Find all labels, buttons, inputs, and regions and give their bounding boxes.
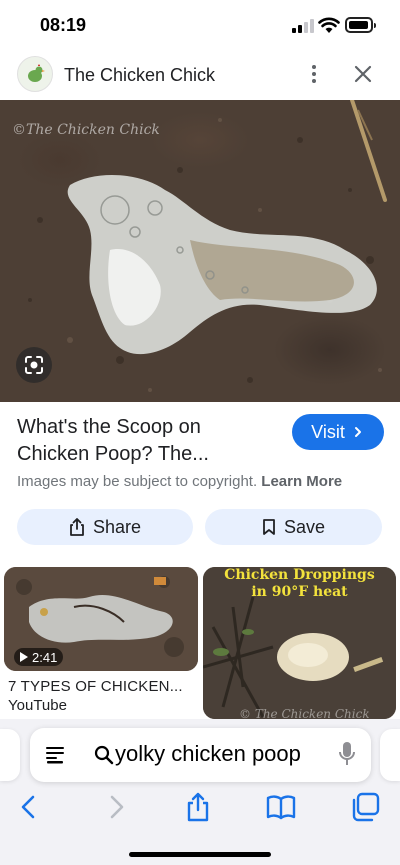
- tabs-icon[interactable]: [350, 792, 380, 822]
- share-icon[interactable]: [183, 792, 213, 822]
- duration-text: 2:41: [32, 649, 58, 665]
- next-tab-peek[interactable]: [380, 729, 400, 781]
- status-bar: 08:19: [0, 0, 400, 52]
- wifi-icon: [318, 17, 340, 33]
- site-header: The Chicken Chick: [0, 52, 400, 100]
- hero-image[interactable]: ©The Chicken Chick: [0, 100, 400, 402]
- related-caption: Chicken Droppings in 90°F heat: [203, 567, 396, 601]
- caption-line-2: in 90°F heat: [251, 584, 348, 600]
- share-label: Share: [92, 516, 142, 537]
- copyright-text: Images may be subject to copyright.: [17, 473, 258, 490]
- bookmarks-icon[interactable]: [266, 792, 296, 822]
- learn-more-link[interactable]: Learn More: [261, 473, 342, 490]
- related-thumbnail-image[interactable]: Chicken Droppings in 90°F heat © The Chi…: [203, 567, 396, 719]
- more-vert-icon[interactable]: [304, 62, 324, 86]
- visit-button[interactable]: Visit: [292, 414, 384, 450]
- home-indicator: [129, 852, 271, 857]
- status-time: 08:19: [40, 15, 87, 35]
- search-icon: [94, 745, 114, 765]
- battery-icon: [345, 17, 376, 33]
- related-watermark: © The Chicken Chick: [239, 707, 370, 719]
- reader-icon[interactable]: [44, 744, 66, 766]
- play-icon: [20, 652, 28, 662]
- previous-tab-peek[interactable]: [0, 729, 20, 781]
- caption-line-1: Chicken Droppings: [224, 567, 375, 583]
- bookmark-icon: [263, 519, 275, 535]
- lens-icon[interactable]: [16, 347, 52, 383]
- visit-label: Visit: [311, 421, 345, 442]
- share-button[interactable]: Share: [17, 509, 193, 545]
- close-icon[interactable]: [351, 62, 375, 86]
- address-bar[interactable]: yolky chicken poop: [30, 728, 371, 782]
- back-icon[interactable]: [14, 792, 44, 822]
- related-thumbnail-video[interactable]: 2:41: [4, 567, 198, 671]
- chevron-right-icon: [354, 427, 361, 437]
- result-title[interactable]: What's the Scoop on Chicken Poop? The...: [17, 414, 272, 468]
- hero-watermark: ©The Chicken Chick: [12, 122, 160, 138]
- mic-icon[interactable]: [338, 741, 356, 767]
- related-source: YouTube: [8, 697, 67, 714]
- duration-badge: 2:41: [14, 648, 64, 666]
- cellular-signal-icon: [292, 19, 314, 33]
- address-text[interactable]: yolky chicken poop: [115, 741, 301, 767]
- save-button[interactable]: Save: [205, 509, 382, 545]
- related-title[interactable]: 7 TYPES OF CHICKEN...: [8, 678, 183, 695]
- chicken-logo-icon[interactable]: [17, 56, 53, 92]
- forward-icon[interactable]: [101, 792, 131, 822]
- share-icon: [70, 518, 84, 536]
- browser-bar: yolky chicken poop: [0, 719, 400, 865]
- site-name[interactable]: The Chicken Chick: [64, 65, 215, 86]
- copyright-notice: Images may be subject to copyright. Lear…: [17, 473, 342, 490]
- save-label: Save: [283, 516, 326, 537]
